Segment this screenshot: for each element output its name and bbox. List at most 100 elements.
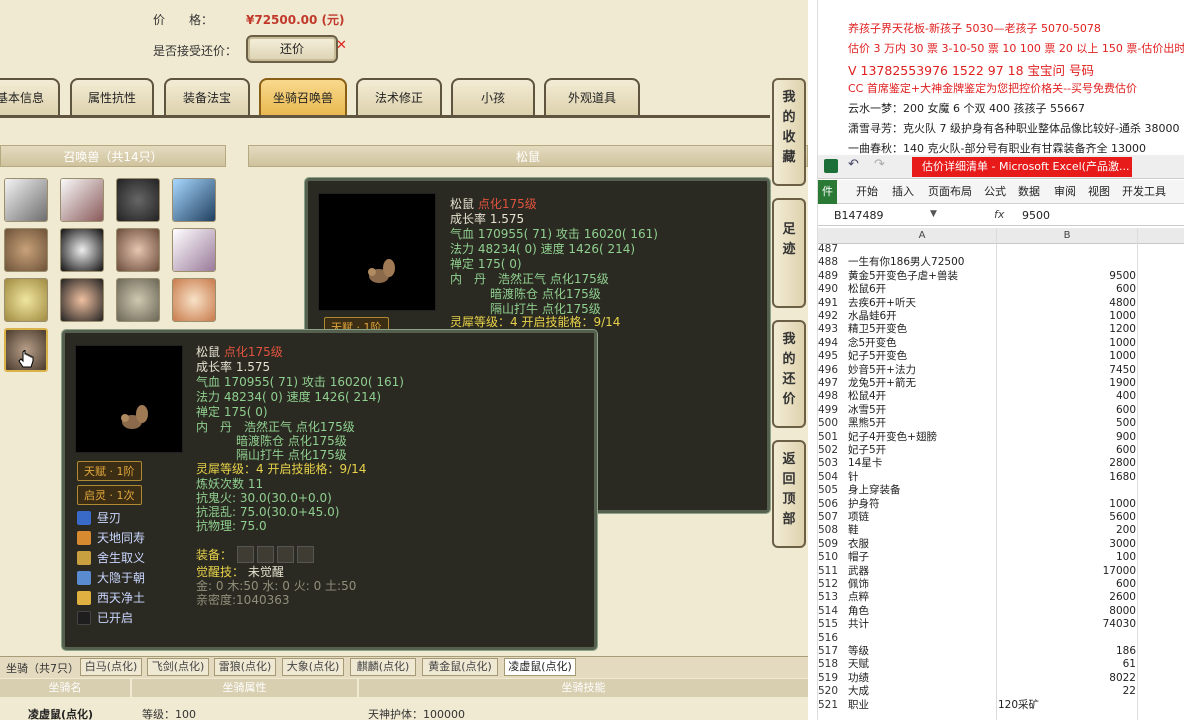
tab-attributes[interactable]: 属性抗性 (70, 78, 154, 116)
cell-b[interactable]: 1680 (998, 471, 1136, 484)
row-number[interactable]: 491 (818, 297, 848, 310)
skill-item[interactable]: 大隐于朝 (77, 569, 145, 586)
cell-a[interactable]: 等级 (848, 645, 998, 658)
my-favorites-button[interactable]: 我的收藏 (772, 78, 806, 186)
cell-b[interactable]: 1200 (998, 323, 1136, 336)
undo-icon[interactable]: ↶ (848, 157, 859, 172)
dropdown-icon[interactable]: ▼ (930, 209, 937, 219)
column-header-c[interactable] (1138, 228, 1184, 244)
cell-b[interactable]: 186 (998, 645, 1136, 658)
tab-appearance[interactable]: 外观道具 (544, 78, 640, 116)
summon-slot[interactable] (116, 228, 160, 272)
cell-b[interactable]: 900 (998, 431, 1136, 444)
cell-b[interactable]: 22 (998, 685, 1136, 698)
cell-b[interactable]: 600 (998, 404, 1136, 417)
menu-file[interactable]: 件 (818, 180, 837, 204)
row-number[interactable]: 513 (818, 591, 848, 604)
column-header-a[interactable]: A (848, 228, 996, 244)
row-number[interactable]: 495 (818, 350, 848, 363)
cell-a[interactable]: 大成 (848, 685, 998, 698)
row-number[interactable]: 508 (818, 524, 848, 537)
cell-a[interactable]: 松鼠4开 (848, 390, 998, 403)
summon-slot[interactable] (4, 228, 48, 272)
cell-b[interactable]: 120采矿 (998, 699, 1136, 712)
cell-a[interactable]: 精卫5开变色 (848, 323, 998, 336)
cell-b[interactable]: 1000 (998, 310, 1136, 323)
close-icon[interactable]: ✕ (336, 38, 347, 53)
cell-a[interactable]: 14星卡 (848, 457, 998, 470)
cell-b[interactable]: 7450 (998, 364, 1136, 377)
row-number[interactable]: 503 (818, 457, 848, 470)
row-number[interactable]: 502 (818, 444, 848, 457)
cell-b[interactable]: 400 (998, 390, 1136, 403)
mount-tab-active[interactable]: 凌虚鼠(点化) (504, 658, 576, 676)
mount-tab[interactable]: 雷狼(点化) (214, 658, 276, 676)
cell-b[interactable]: 1000 (998, 337, 1136, 350)
tab-basic-info[interactable]: 基本信息 (0, 78, 60, 116)
row-number[interactable]: 498 (818, 390, 848, 403)
cell-a[interactable]: 角色 (848, 605, 998, 618)
cell-a[interactable]: 项链 (848, 511, 998, 524)
cell-a[interactable]: 护身符 (848, 498, 998, 511)
mount-tab[interactable]: 麒麟(点化) (350, 658, 416, 676)
skill-item[interactable]: 昼刃 (77, 509, 121, 526)
cell-a[interactable]: 帽子 (848, 551, 998, 564)
cell-b[interactable]: 17000 (998, 565, 1136, 578)
cell-b[interactable]: 61 (998, 658, 1136, 671)
cell-b[interactable]: 8022 (998, 672, 1136, 685)
summon-slot[interactable] (4, 278, 48, 322)
tab-spells[interactable]: 法术修正 (356, 78, 442, 116)
cell-a[interactable]: 一生有你186男人72500 (848, 256, 998, 269)
menu-data[interactable]: 数据 (1018, 180, 1040, 204)
cell-b[interactable]: 5600 (998, 511, 1136, 524)
cell-a[interactable]: 点粹 (848, 591, 998, 604)
cell-b[interactable]: 500 (998, 417, 1136, 430)
cell-b[interactable]: 1000 (998, 350, 1136, 363)
tab-child[interactable]: 小孩 (451, 78, 535, 116)
mount-tab[interactable]: 黄金鼠(点化) (422, 658, 498, 676)
row-number[interactable]: 520 (818, 685, 848, 698)
footprint-button[interactable]: 足迹 (772, 198, 806, 308)
mount-tab[interactable]: 飞剑(点化) (147, 658, 209, 676)
skill-item[interactable]: 西天净土 (77, 589, 145, 606)
redo-icon[interactable]: ↷ (874, 157, 885, 172)
summon-slot[interactable] (172, 278, 216, 322)
equip-slot[interactable] (297, 546, 314, 563)
row-number[interactable]: 493 (818, 323, 848, 336)
cell-b[interactable]: 100 (998, 551, 1136, 564)
cell-b[interactable]: 1900 (998, 377, 1136, 390)
equip-slot[interactable] (257, 546, 274, 563)
menu-developer[interactable]: 开发工具 (1122, 180, 1166, 204)
equip-slot[interactable] (237, 546, 254, 563)
cell-a[interactable]: 松鼠6开 (848, 283, 998, 296)
cell-b[interactable]: 3000 (998, 538, 1136, 551)
cell-a[interactable]: 衣服 (848, 538, 998, 551)
summon-slot[interactable] (172, 228, 216, 272)
cell-a[interactable]: 武器 (848, 565, 998, 578)
cell-b[interactable]: 8000 (998, 605, 1136, 618)
my-bargain-button[interactable]: 我的还价 (772, 320, 806, 428)
row-number[interactable]: 494 (818, 337, 848, 350)
cell-a[interactable]: 冰雪5开 (848, 404, 998, 417)
menu-layout[interactable]: 页面布局 (928, 180, 972, 204)
cell-b[interactable]: 74030 (998, 618, 1136, 631)
cell-a[interactable]: 鞋 (848, 524, 998, 537)
cell-a[interactable]: 职业 (848, 699, 998, 712)
row-number[interactable]: 497 (818, 377, 848, 390)
cell-b[interactable]: 2600 (998, 591, 1136, 604)
cell-a[interactable]: 针 (848, 471, 998, 484)
cell-a[interactable]: 妙音5开+法力 (848, 364, 998, 377)
cell-a[interactable]: 水晶蛙6开 (848, 310, 998, 323)
row-number[interactable]: 488 (818, 256, 848, 269)
tab-equipment[interactable]: 装备法宝 (164, 78, 250, 116)
cell-a[interactable]: 功绩 (848, 672, 998, 685)
function-icon[interactable]: fx (994, 208, 1004, 221)
cell-a[interactable]: 黑熊5开 (848, 417, 998, 430)
cell-a[interactable]: 黄金5开变色子虐+兽装 (848, 270, 998, 283)
skill-item[interactable]: 舍生取义 (77, 549, 145, 566)
cell-a[interactable]: 妃子5开变色 (848, 350, 998, 363)
summon-slot[interactable] (116, 278, 160, 322)
row-number[interactable]: 499 (818, 404, 848, 417)
row-number[interactable]: 515 (818, 618, 848, 631)
cell-b[interactable]: 9500 (998, 270, 1136, 283)
